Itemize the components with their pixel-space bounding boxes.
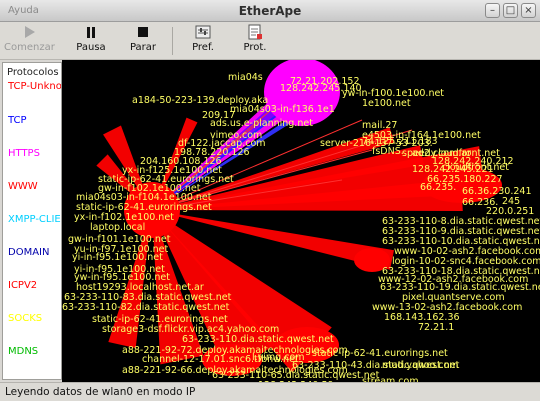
pause-button[interactable]: Pausa [66, 24, 116, 58]
window-controls: – □ × [485, 3, 536, 18]
preferences-button-label: Pref. [192, 42, 214, 53]
node-label: laptop.local [90, 222, 145, 233]
minimize-button[interactable]: – [485, 3, 500, 18]
node-label: yi-in-f95.1e100.net [72, 252, 163, 263]
node-label: ads.us.e-planning.net [210, 118, 313, 129]
start-button[interactable]: Comenzar [4, 24, 55, 58]
protocol-item[interactable]: ICPV2 [8, 280, 37, 291]
network-graph-canvas[interactable]: mia04s 72.21.202.152 128.242.245.140 a184-5… [62, 58, 540, 391]
node-label: 72.21.1 [418, 322, 454, 333]
node-label: fsDNS. [372, 146, 404, 157]
node-label: 66.235. [420, 182, 456, 193]
pause-button-label: Pausa [76, 42, 106, 53]
pause-icon [66, 24, 116, 40]
close-button[interactable]: × [521, 3, 536, 18]
protocols-button[interactable]: Prot. [230, 24, 280, 58]
stop-icon [118, 24, 168, 40]
protocols-panel: Protocolos TCP-Unknown TCP HTTPS WWW XMP… [2, 62, 62, 380]
network-graph: mia04s 72.21.202.152128.242.245.140a184-5… [62, 58, 540, 391]
protocol-item[interactable]: TCP [8, 115, 27, 126]
protocol-item[interactable]: HTTPS [8, 148, 40, 159]
node-label: mud.yahoo.com [382, 360, 459, 371]
protocol-item[interactable]: MDNS [8, 346, 38, 357]
protocols-button-label: Prot. [243, 42, 267, 53]
play-icon [4, 24, 54, 40]
node-label: cloudfront.net [442, 162, 509, 173]
node-label: 63-233-110-82.dia.static.qwest.net [62, 302, 230, 313]
toolbar: Comenzar Pausa Parar Pref. Prot. [0, 22, 540, 60]
protocols-header: Protocolos [7, 67, 59, 78]
node-label: mia04s [228, 72, 263, 83]
preferences-button[interactable]: Pref. [178, 24, 228, 58]
preferences-icon [178, 24, 228, 40]
protocol-item[interactable]: XMPP-CLIENT [8, 214, 61, 225]
protocol-item[interactable]: SOCKS [8, 313, 42, 324]
node-label: mia04s03-in-f136.1e1 [230, 104, 335, 115]
window-title: EtherApe [238, 4, 302, 18]
node-label: 63-233-110.dia.static.qwest.net [182, 334, 334, 345]
protocol-item[interactable]: WWW [8, 181, 38, 192]
status-bar: Leyendo datos de wlan0 en modo IP [0, 382, 540, 401]
title-bar: Ayuda EtherApe – □ × [0, 0, 540, 22]
stop-button-label: Parar [129, 42, 157, 53]
start-button-label: Comenzar [4, 42, 55, 53]
stop-button[interactable]: Parar [118, 24, 168, 58]
status-text: Leyendo datos de wlan0 en modo IP [5, 386, 196, 398]
protocol-item[interactable]: DOMAIN [8, 247, 49, 258]
node-label: 66.36.230.241 [462, 186, 532, 197]
protocol-item[interactable]: TCP-Unknown [8, 81, 61, 92]
toolbar-separator [172, 27, 173, 55]
maximize-button[interactable]: □ [503, 3, 518, 18]
node-label: 1e100.net [362, 98, 411, 109]
node-label: static-ip-62-41.eurorings.net [312, 348, 448, 359]
protocols-icon [230, 24, 280, 40]
